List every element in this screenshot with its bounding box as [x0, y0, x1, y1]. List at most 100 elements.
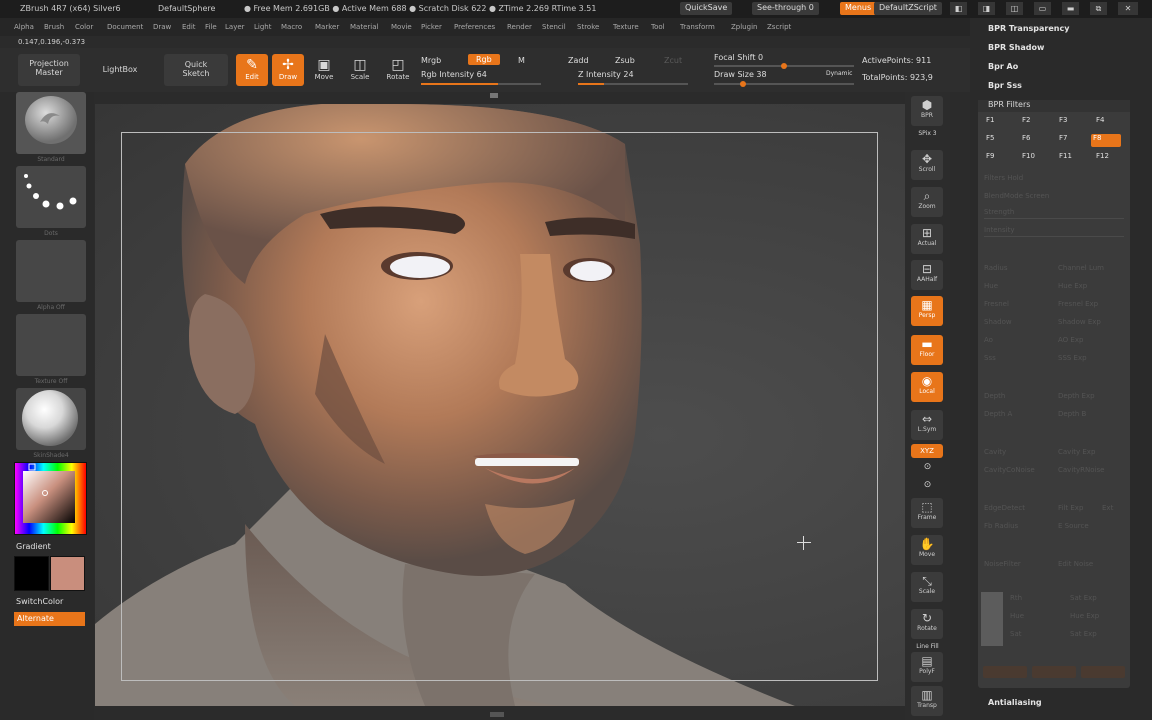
mrgb-button[interactable]: Mrgb	[421, 56, 441, 65]
viewport-bottom-handle[interactable]	[490, 712, 504, 717]
sat-exp-param-a[interactable]: Sat Exp	[1070, 594, 1097, 602]
persp-button[interactable]: ▦ Persp	[911, 296, 943, 326]
shadow-exp-param[interactable]: Shadow Exp	[1058, 318, 1101, 326]
depth-a-param[interactable]: Depth A	[984, 410, 1012, 418]
cavity-co-noise-param[interactable]: CavityCoNoise	[984, 466, 1035, 474]
color-picker[interactable]	[14, 462, 87, 535]
filter-f8[interactable]: F8	[1091, 134, 1121, 147]
bpr-sss-menu[interactable]: Bpr Sss	[988, 81, 1022, 90]
sss-exp-param[interactable]: SSS Exp	[1058, 354, 1087, 362]
frame-button[interactable]: ⬚ Frame	[911, 498, 943, 528]
menu-zscript[interactable]: Zscript	[767, 23, 791, 31]
edit-noise-button[interactable]: Edit Noise	[1058, 560, 1093, 568]
zsub-button[interactable]: Zsub	[615, 56, 635, 65]
value-bar[interactable]	[981, 592, 1003, 646]
stroke-thumbnail[interactable]: Dots	[16, 166, 86, 237]
filter-f9[interactable]: F9	[984, 152, 1014, 165]
blend-mode[interactable]: BlendMode Screen	[984, 192, 1049, 200]
axis-z-icon[interactable]: ⊙	[905, 480, 950, 490]
main-color-swatch[interactable]	[14, 556, 49, 591]
menu-file[interactable]: File	[205, 23, 217, 31]
menu-stencil[interactable]: Stencil	[542, 23, 566, 31]
menu-alpha[interactable]: Alpha	[14, 23, 34, 31]
menu-document[interactable]: Document	[107, 23, 143, 31]
filter-f12[interactable]: F12	[1094, 152, 1124, 165]
ao-exp-param[interactable]: AO Exp	[1058, 336, 1083, 344]
draw-size-knob[interactable]	[740, 81, 746, 87]
focal-shift-knob[interactable]	[781, 63, 787, 69]
ao-param[interactable]: Ao	[984, 336, 993, 344]
move-mode-button[interactable]: ▣ Move	[310, 54, 338, 86]
depth-param[interactable]: Depth	[984, 392, 1005, 400]
zadd-button[interactable]: Zadd	[568, 56, 589, 65]
cavity-exp-param[interactable]: Cavity Exp	[1058, 448, 1095, 456]
projection-master-button[interactable]: Projection Master	[18, 54, 80, 86]
polyf-button[interactable]: ▤ PolyF	[911, 652, 943, 682]
menu-stroke[interactable]: Stroke	[577, 23, 599, 31]
e-source-param[interactable]: E Source	[1058, 522, 1089, 530]
secondary-color-swatch[interactable]	[50, 556, 85, 591]
scroll-button[interactable]: ✥ Scroll	[911, 150, 943, 180]
menu-texture[interactable]: Texture	[613, 23, 639, 31]
sat-param[interactable]: Sat	[1010, 630, 1021, 638]
menu-render[interactable]: Render	[507, 23, 532, 31]
xyz-button[interactable]: XYZ	[911, 444, 943, 458]
menu-transform[interactable]: Transform	[680, 23, 715, 31]
restore-icon[interactable]: ⧉	[1090, 2, 1107, 15]
menu-macro[interactable]: Macro	[281, 23, 302, 31]
intensity-param[interactable]: Intensity	[984, 226, 1014, 234]
bpr-ao-menu[interactable]: Bpr Ao	[988, 62, 1018, 71]
filter-f3[interactable]: F3	[1057, 116, 1087, 129]
spix-label[interactable]: SPix 3	[905, 130, 950, 137]
canvas-viewport[interactable]	[95, 104, 905, 706]
menu-marker[interactable]: Marker	[315, 23, 339, 31]
alternate-button[interactable]: Alternate	[14, 612, 85, 626]
menu-edit[interactable]: Edit	[182, 23, 196, 31]
sss-param[interactable]: Sss	[984, 354, 996, 362]
move-button[interactable]: ✋ Move	[911, 535, 943, 565]
shelf-icon[interactable]: ▭	[1034, 2, 1051, 15]
strength-slider[interactable]	[984, 218, 1124, 219]
menu-draw[interactable]: Draw	[153, 23, 171, 31]
viewport-top-handle[interactable]	[490, 93, 498, 98]
ui-icon[interactable]: ◨	[978, 2, 995, 15]
filter-f10[interactable]: F10	[1020, 152, 1050, 165]
sat-exp-param-b[interactable]: Sat Exp	[1070, 630, 1097, 638]
local-button[interactable]: ◉ Local	[911, 372, 943, 402]
antialiasing-menu[interactable]: Antialiasing	[988, 698, 1042, 707]
lightbox-button[interactable]: LightBox	[84, 54, 156, 86]
cavity-param[interactable]: Cavity	[984, 448, 1006, 456]
layout-icon[interactable]: ◧	[950, 2, 967, 15]
axis-y-icon[interactable]: ⊙	[905, 462, 950, 472]
radius-param[interactable]: Radius	[984, 264, 1007, 272]
filter-f7[interactable]: F7	[1057, 134, 1087, 147]
filt-exp-param[interactable]: Filt Exp	[1058, 504, 1083, 512]
edit-mode-button[interactable]: ✎ Edit	[236, 54, 268, 86]
zoom-button[interactable]: ⌕ Zoom	[911, 187, 943, 217]
hue-param[interactable]: Hue	[984, 282, 998, 290]
menu-tool[interactable]: Tool	[651, 23, 665, 31]
close-icon[interactable]: ✕	[1118, 2, 1138, 15]
scale-button[interactable]: ⤡ Scale	[911, 572, 943, 602]
depth-exp-param[interactable]: Depth Exp	[1058, 392, 1095, 400]
rotate-mode-button[interactable]: ◰ Rotate	[384, 54, 412, 86]
menu-brush[interactable]: Brush	[44, 23, 64, 31]
menu-light[interactable]: Light	[254, 23, 271, 31]
rotate-button[interactable]: ↻ Rotate	[911, 609, 943, 639]
gradient-toggle[interactable]: Gradient	[16, 542, 51, 551]
z-intensity-slider[interactable]	[578, 83, 688, 85]
scale-mode-button[interactable]: ◫ Scale	[346, 54, 374, 86]
hue-exp-param-2[interactable]: Hue Exp	[1070, 612, 1099, 620]
filter-f2[interactable]: F2	[1020, 116, 1050, 129]
menu-preferences[interactable]: Preferences	[454, 23, 495, 31]
noise-filter-param[interactable]: NoiseFilter	[984, 560, 1021, 568]
lsym-button[interactable]: ⇔ L.Sym	[911, 410, 943, 440]
quick-sketch-button[interactable]: Quick Sketch	[164, 54, 228, 86]
filter-f1[interactable]: F1	[984, 116, 1014, 129]
filter-action-2[interactable]	[1032, 666, 1076, 678]
brush-thumbnail[interactable]: Standard	[16, 92, 86, 163]
bpr-filters-header[interactable]: BPR Filters	[978, 100, 1130, 112]
hue-exp-param[interactable]: Hue Exp	[1058, 282, 1087, 290]
line-fill-label[interactable]: Line Fill	[905, 643, 950, 650]
focal-shift-slider[interactable]	[714, 63, 854, 69]
